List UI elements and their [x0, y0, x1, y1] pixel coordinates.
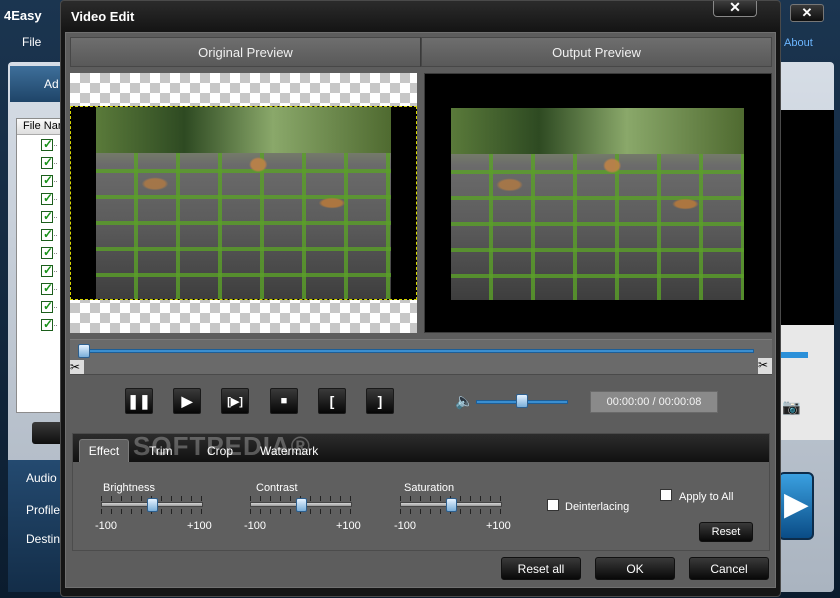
- preview-header: Original Preview Output Preview: [70, 37, 772, 67]
- file-checkbox[interactable]: [41, 263, 53, 277]
- deinterlacing-checkbox[interactable]: [547, 499, 559, 511]
- brightness-min-label: -100: [95, 520, 118, 532]
- edit-tabbar: Effect Trim Crop Watermark SOFTPEDIA®: [73, 431, 769, 462]
- brightness-slider: Brightness -100 +100: [95, 478, 215, 532]
- file-checkbox[interactable]: [41, 173, 53, 187]
- file-checkbox[interactable]: [41, 137, 53, 151]
- contrast-slider: Contrast -100 +100: [244, 478, 364, 532]
- timeline-track[interactable]: [82, 349, 754, 353]
- ok-button[interactable]: OK: [595, 557, 675, 580]
- convert-arrow-icon[interactable]: ▶: [778, 472, 814, 540]
- playback-controls: ❚❚ ▶ [▶] ■ [ ] 🔈 00:00:00 / 00:00:08: [70, 375, 772, 427]
- file-checkbox[interactable]: [41, 317, 53, 331]
- file-checkbox[interactable]: [41, 209, 53, 223]
- play-clip-button[interactable]: [▶]: [221, 388, 249, 414]
- saturation-thumb[interactable]: [445, 498, 457, 512]
- output-preview: [424, 73, 772, 333]
- contrast-thumb[interactable]: [295, 498, 307, 512]
- mark-out-button[interactable]: ]: [366, 388, 394, 414]
- setting-profile-label: Profile: [26, 503, 61, 517]
- setting-audio-label: Audio: [26, 471, 57, 485]
- trim-start-scissor-icon[interactable]: ✂: [70, 360, 84, 374]
- pause-button[interactable]: ❚❚: [125, 388, 153, 414]
- reset-all-button[interactable]: Reset all: [501, 557, 581, 580]
- volume-icon[interactable]: 🔈: [455, 392, 474, 410]
- trim-end-scissor-icon[interactable]: ✂: [758, 358, 772, 374]
- dialog-close-icon[interactable]: ✕: [713, 0, 757, 17]
- setting-destination-label: Destin: [26, 532, 61, 546]
- menu-file[interactable]: File: [22, 35, 41, 49]
- file-checkbox[interactable]: [41, 245, 53, 259]
- output-video-frame: [451, 108, 744, 300]
- output-preview-label: Output Preview: [421, 37, 772, 67]
- dialog-title: Video Edit: [71, 9, 135, 24]
- file-checkbox[interactable]: [41, 155, 53, 169]
- apply-to-all-label: Apply to All: [679, 491, 734, 503]
- saturation-max-label: +100: [486, 520, 511, 532]
- tab-trim[interactable]: Trim: [143, 439, 179, 462]
- file-checkbox[interactable]: [41, 281, 53, 295]
- right-progress-bar: [780, 352, 808, 358]
- stop-button[interactable]: ■: [270, 388, 298, 414]
- tab-crop[interactable]: Crop: [201, 439, 239, 462]
- mark-in-button[interactable]: [: [318, 388, 346, 414]
- contrast-label: Contrast: [256, 482, 298, 494]
- contrast-min-label: -100: [244, 520, 267, 532]
- tab-effect[interactable]: Effect: [79, 439, 129, 462]
- original-preview-label: Original Preview: [70, 37, 421, 67]
- app-title: 4Easy: [4, 8, 42, 23]
- file-checkbox[interactable]: [41, 191, 53, 205]
- menu-about[interactable]: About: [784, 37, 813, 49]
- saturation-label: Saturation: [404, 482, 455, 494]
- time-display: 00:00:00 / 00:00:08: [590, 391, 718, 413]
- edit-tabs-panel: Effect Trim Crop Watermark SOFTPEDIA® Br…: [72, 431, 770, 551]
- original-video-frame: [96, 107, 391, 299]
- crop-frame[interactable]: [70, 106, 417, 300]
- deinterlacing-label: Deinterlacing: [565, 501, 630, 513]
- file-checkbox[interactable]: [41, 227, 53, 241]
- right-preview: [780, 110, 834, 325]
- brightness-max-label: +100: [187, 520, 212, 532]
- app-close-icon[interactable]: ✕: [790, 4, 824, 22]
- apply-to-all-checkbox[interactable]: [660, 489, 672, 501]
- timeline: ✂ ✂: [70, 339, 772, 375]
- saturation-min-label: -100: [394, 520, 417, 532]
- brightness-thumb[interactable]: [146, 498, 158, 512]
- camera-icon[interactable]: 📷: [782, 398, 801, 416]
- file-checkbox[interactable]: [41, 299, 53, 313]
- contrast-max-label: +100: [336, 520, 361, 532]
- tab-watermark[interactable]: Watermark: [254, 439, 324, 462]
- app-tab-add[interactable]: Ad: [44, 77, 59, 91]
- video-edit-dialog: Video Edit ✕ Original Preview Output Pre…: [60, 0, 781, 597]
- cancel-button[interactable]: Cancel: [689, 557, 769, 580]
- volume-slider-handle[interactable]: [516, 394, 528, 408]
- dialog-content: Original Preview Output Preview ✂ ✂ ❚❚ ▶…: [65, 32, 776, 588]
- saturation-slider: Saturation -100 +100: [394, 478, 514, 532]
- timeline-position-handle[interactable]: [78, 344, 90, 358]
- reset-button[interactable]: Reset: [699, 522, 753, 542]
- brightness-label: Brightness: [103, 482, 155, 494]
- step-forward-button[interactable]: ▶: [173, 388, 201, 414]
- original-preview: [70, 73, 417, 333]
